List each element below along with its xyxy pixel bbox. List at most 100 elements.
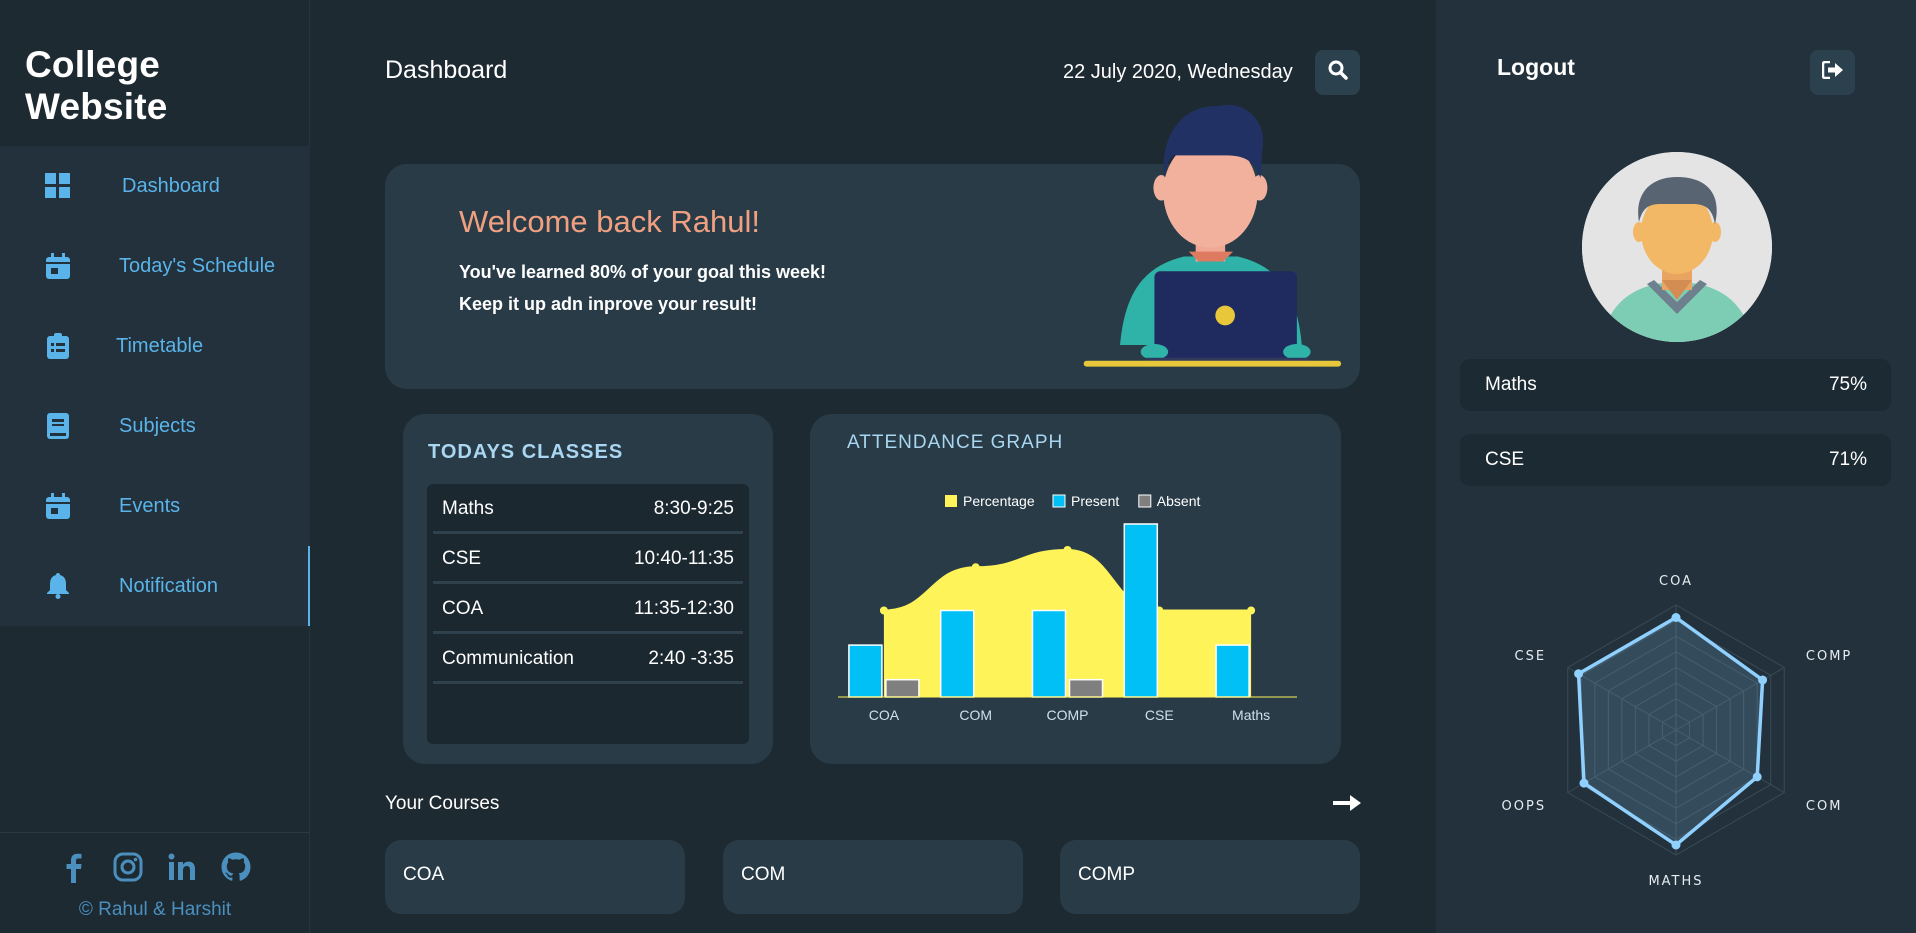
subject-radar-chart: COA COMP COM MATHS OOPS CSE [1502, 574, 1852, 889]
sidebar-nav: Dashboard Today's Schedule Timetable Sub… [0, 146, 310, 626]
sidebar-item-label: Today's Schedule [119, 254, 276, 277]
sidebar-item-label: Subjects [119, 414, 196, 437]
radar-point [1671, 840, 1681, 850]
search-icon [1328, 60, 1348, 85]
brand-title: College Website [25, 44, 168, 127]
avatar [1582, 152, 1772, 342]
radar-point [1752, 772, 1762, 782]
radar-point [1579, 778, 1589, 788]
bar-absent [885, 678, 920, 698]
class-time: 11:35-12:30 [633, 597, 734, 619]
sidebar-item-schedule[interactable]: Today's Schedule [0, 226, 310, 306]
sidebar-item-label: Events [119, 494, 181, 517]
course-card[interactable]: COA [385, 840, 685, 914]
arrow-right-icon[interactable] [1332, 790, 1362, 818]
class-subject: Communication [442, 647, 574, 669]
radar-axis-label: COM [1806, 799, 1843, 814]
sidebar-item-dashboard[interactable]: Dashboard [0, 146, 310, 226]
page-title: Dashboard [385, 56, 508, 84]
sidebar-item-timetable[interactable]: Timetable [0, 306, 310, 386]
list-item: Maths 8:30-9:25 [433, 486, 743, 534]
course-card[interactable]: COM [723, 840, 1023, 914]
percentage-point [879, 606, 888, 615]
percentage-point [1063, 545, 1072, 554]
sidebar-item-events[interactable]: Events [0, 466, 310, 546]
bar-present [848, 644, 883, 698]
stat-row: CSE 71% [1460, 434, 1891, 486]
stat-row: Maths 75% [1460, 359, 1891, 411]
class-subject: CSE [442, 547, 482, 569]
class-subject: Maths [442, 497, 494, 519]
radar-axis-label: COA [1659, 574, 1693, 589]
bar-present [939, 609, 975, 698]
legend-swatch [1138, 494, 1152, 508]
sidebar: College Website Dashboard Today's Schedu… [0, 0, 310, 933]
course-card[interactable]: COMP [1060, 840, 1360, 914]
list-item: Communication 2:40 -3:35 [433, 636, 743, 684]
class-time: 2:40 -3:35 [648, 647, 734, 669]
radar-point [1671, 613, 1681, 622]
logout-label[interactable]: Logout [1497, 54, 1575, 81]
welcome-heading: Welcome back Rahul! [459, 204, 760, 239]
bell-icon [45, 573, 71, 599]
legend-label: Percentage [963, 493, 1035, 509]
legend-label: Absent [1157, 493, 1201, 509]
percentage-point [1247, 606, 1256, 615]
x-tick-label: COM [959, 707, 992, 723]
bar-present [1123, 523, 1159, 698]
class-subject: COA [442, 597, 484, 619]
welcome-line-2: Keep it up adn inprove your result! [459, 294, 758, 314]
attendance-graph-card: ATTENDANCE GRAPH Percentage Present Absent… [810, 414, 1341, 764]
list-item: COA 11:35-12:30 [433, 586, 743, 634]
x-tick-label: CSE [1145, 707, 1174, 723]
book-icon [45, 413, 71, 439]
x-tick-label: Maths [1232, 707, 1270, 723]
github-icon[interactable] [220, 851, 252, 883]
logout-icon [1821, 60, 1844, 84]
instagram-icon[interactable] [112, 851, 144, 883]
facebook-icon[interactable] [58, 851, 90, 883]
percentage-point [971, 563, 980, 572]
legend-swatch [945, 495, 957, 507]
linkedin-icon[interactable] [166, 851, 198, 883]
radar-axis-label: COMP [1806, 649, 1852, 664]
bar-present [1031, 609, 1067, 698]
social-footer: © Rahul & Harshit [0, 832, 310, 933]
right-panel: Logout Maths 75% CSE 71% COA COMP COM MATHS… [1436, 0, 1916, 933]
radar-point [1758, 675, 1768, 685]
student-laptop-illustration [1083, 104, 1342, 367]
bar-absent [1068, 678, 1104, 698]
sidebar-item-label: Timetable [116, 334, 204, 357]
radar-axis-label: OOPS [1502, 799, 1547, 814]
list-item: CSE 10:40-11:35 [433, 536, 743, 584]
dashboard-grid-icon [45, 173, 71, 199]
copyright-text: © Rahul & Harshit [78, 899, 232, 920]
date-label: 22 July 2020, Wednesday [1063, 61, 1293, 83]
radar-area [1576, 615, 1765, 848]
logout-button[interactable] [1810, 50, 1855, 95]
classes-list: Maths 8:30-9:25 CSE 10:40-11:35 COA 11:3… [427, 484, 749, 744]
calendar-icon [45, 493, 71, 519]
radar-axis-label: MATHS [1648, 874, 1703, 889]
legend-label: Present [1071, 493, 1119, 509]
calendar-icon [45, 253, 71, 279]
x-tick-label: COA [869, 707, 900, 723]
percentage-area [883, 549, 1252, 697]
sidebar-item-label: Notification [119, 574, 218, 597]
bar-present [1215, 644, 1250, 698]
sidebar-item-label: Dashboard [122, 174, 220, 197]
search-button[interactable] [1315, 50, 1360, 95]
stat-subject: CSE [1485, 449, 1525, 470]
stat-value: 71% [1828, 449, 1867, 470]
radar-axis-label: CSE [1515, 649, 1547, 664]
x-tick-label: COMP [1047, 707, 1089, 723]
sidebar-item-notification[interactable]: Notification [0, 546, 310, 626]
todays-classes-card: TODAYS CLASSES Maths 8:30-9:25 CSE 10:40… [403, 414, 773, 764]
class-time: 8:30-9:25 [653, 497, 734, 519]
classes-title: TODAYS CLASSES [428, 441, 624, 463]
radar-point [1574, 669, 1584, 679]
courses-title: Your Courses [385, 793, 500, 814]
attendance-chart: Percentage Present Absent COA COM COMP CSE Math… [838, 493, 1297, 723]
welcome-line-1: You've learned 80% of your goal this wee… [459, 262, 827, 282]
sidebar-item-subjects[interactable]: Subjects [0, 386, 310, 466]
